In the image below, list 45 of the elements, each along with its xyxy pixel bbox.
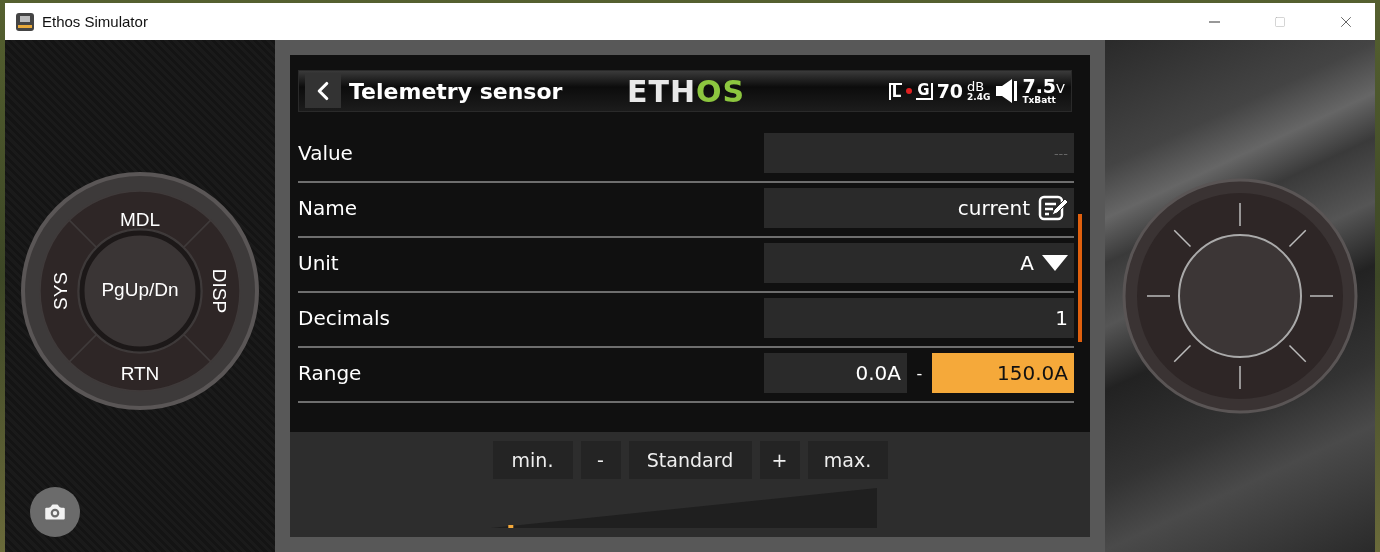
range-max-field[interactable]: 150.0A [932, 353, 1074, 393]
row-label: Unit [298, 251, 340, 275]
range-min-field[interactable]: 0.0A [764, 353, 907, 393]
band-label: 2.4G [967, 93, 991, 102]
keypad-key[interactable]: SYS [39, 219, 97, 363]
number-field[interactable]: 1 [764, 298, 1074, 338]
camera-button[interactable] [30, 487, 80, 537]
adjust-button[interactable]: + [759, 441, 800, 479]
speaker-icon[interactable] [994, 78, 1019, 104]
keypad-key[interactable]: DISP [183, 219, 241, 363]
gps-label: G [916, 82, 933, 100]
window-title: Ethos Simulator [42, 13, 149, 30]
rssi-unit: dB [967, 80, 985, 93]
battery-unit: V [1056, 81, 1065, 96]
row-label: Name [298, 196, 358, 220]
center-key[interactable]: PgUp/Dn [79, 230, 201, 352]
dropdown-arrow-icon [1042, 255, 1068, 271]
row-label: Decimals [298, 306, 391, 330]
name-field[interactable]: current [764, 188, 1074, 228]
receiver-label: L [888, 82, 903, 100]
keypad-key[interactable]: RTN [68, 334, 212, 392]
rssi-value: 70 [936, 80, 964, 102]
adjust-button[interactable]: - [580, 441, 621, 479]
value-field: --- [764, 133, 1074, 173]
rotary-wheel[interactable] [1122, 178, 1358, 414]
field-value: A [1020, 251, 1034, 275]
logo-text: ETHOS [627, 73, 747, 109]
range-separator: - [915, 363, 924, 383]
row-label: Value [298, 141, 354, 165]
field-value: current [957, 196, 1030, 220]
battery-value: 7.5 [1022, 75, 1057, 97]
edit-icon[interactable] [1038, 194, 1068, 222]
row-label: Range [298, 361, 363, 385]
maximize-icon [1274, 15, 1286, 28]
back-button[interactable] [305, 74, 341, 108]
screen-title: Telemetry sensor [349, 78, 564, 104]
adjust-button[interactable]: Standard [628, 441, 752, 479]
status-dot-icon [906, 88, 913, 94]
keypad-key[interactable]: MDL [68, 190, 212, 248]
app-icon [16, 12, 34, 31]
adjust-button[interactable]: max. [807, 441, 888, 479]
adjust-button[interactable]: min. [492, 441, 573, 479]
battery-label: TxBatt [1022, 96, 1056, 105]
unit-dropdown[interactable]: A [764, 243, 1074, 283]
minimize-icon [1208, 20, 1220, 23]
